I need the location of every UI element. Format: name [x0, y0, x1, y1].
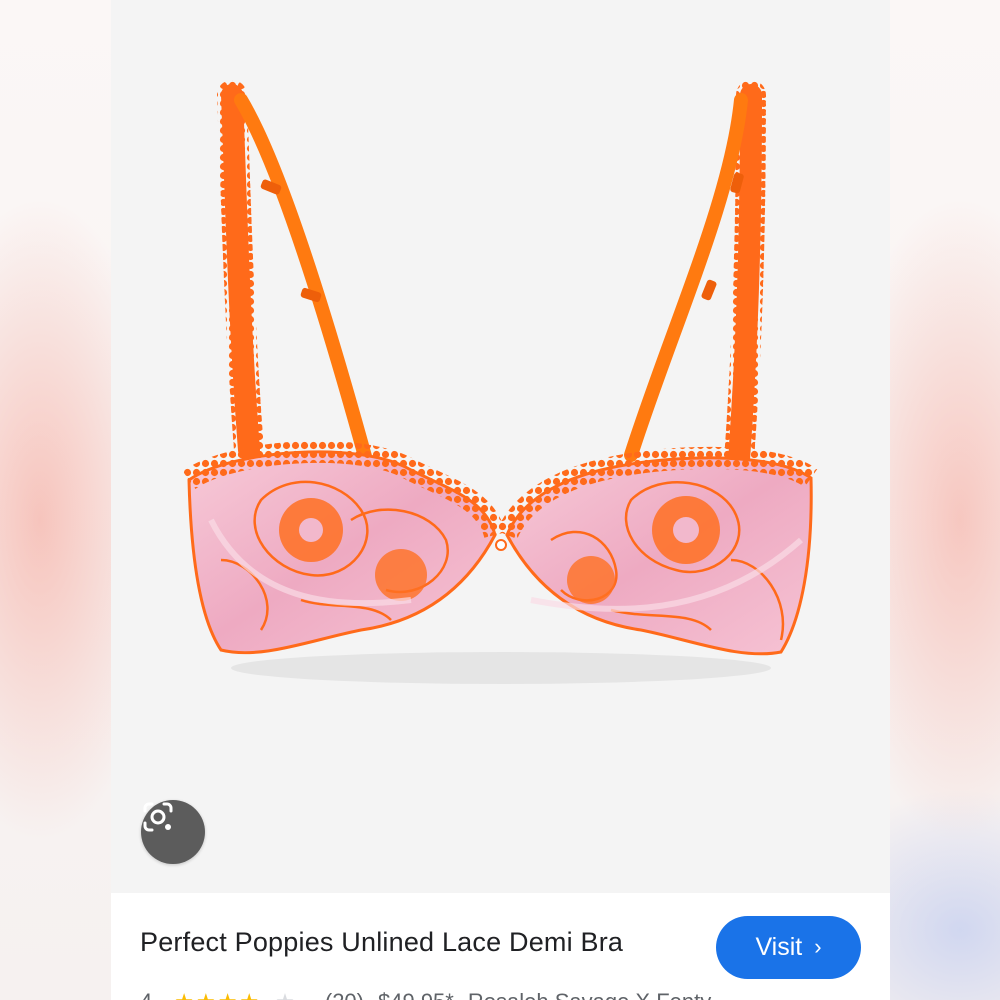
- google-lens-icon: [143, 802, 173, 832]
- google-lens-button[interactable]: [141, 800, 205, 864]
- visit-label: Visit: [755, 933, 803, 961]
- star-icon: ★: [275, 989, 297, 1000]
- product-info-panel: Perfect Poppies Unlined Lace Demi Bra Vi…: [111, 893, 890, 1000]
- product-title[interactable]: Perfect Poppies Unlined Lace Demi Bra: [140, 927, 623, 958]
- product-image[interactable]: [111, 0, 890, 893]
- price: $49.95*: [378, 989, 454, 1000]
- star-icon: ★★★★: [174, 989, 261, 1000]
- seller[interactable]: Rosaleh Savage X Fenty: [468, 989, 711, 1000]
- chevron-right-icon: ›: [814, 933, 822, 959]
- star-rating: ★★★★★: [174, 989, 311, 1000]
- result-card[interactable]: Perfect Poppies Unlined Lace Demi Bra Vi…: [111, 0, 890, 1000]
- review-count: (20): [325, 989, 364, 1000]
- product-meta: 4 ★★★★★ (20) $49.95* Rosaleh Savage X Fe…: [140, 989, 725, 1000]
- rating-value: 4: [140, 989, 152, 1000]
- visit-button[interactable]: Visit ›: [716, 916, 861, 979]
- bra-illustration: [182, 80, 818, 684]
